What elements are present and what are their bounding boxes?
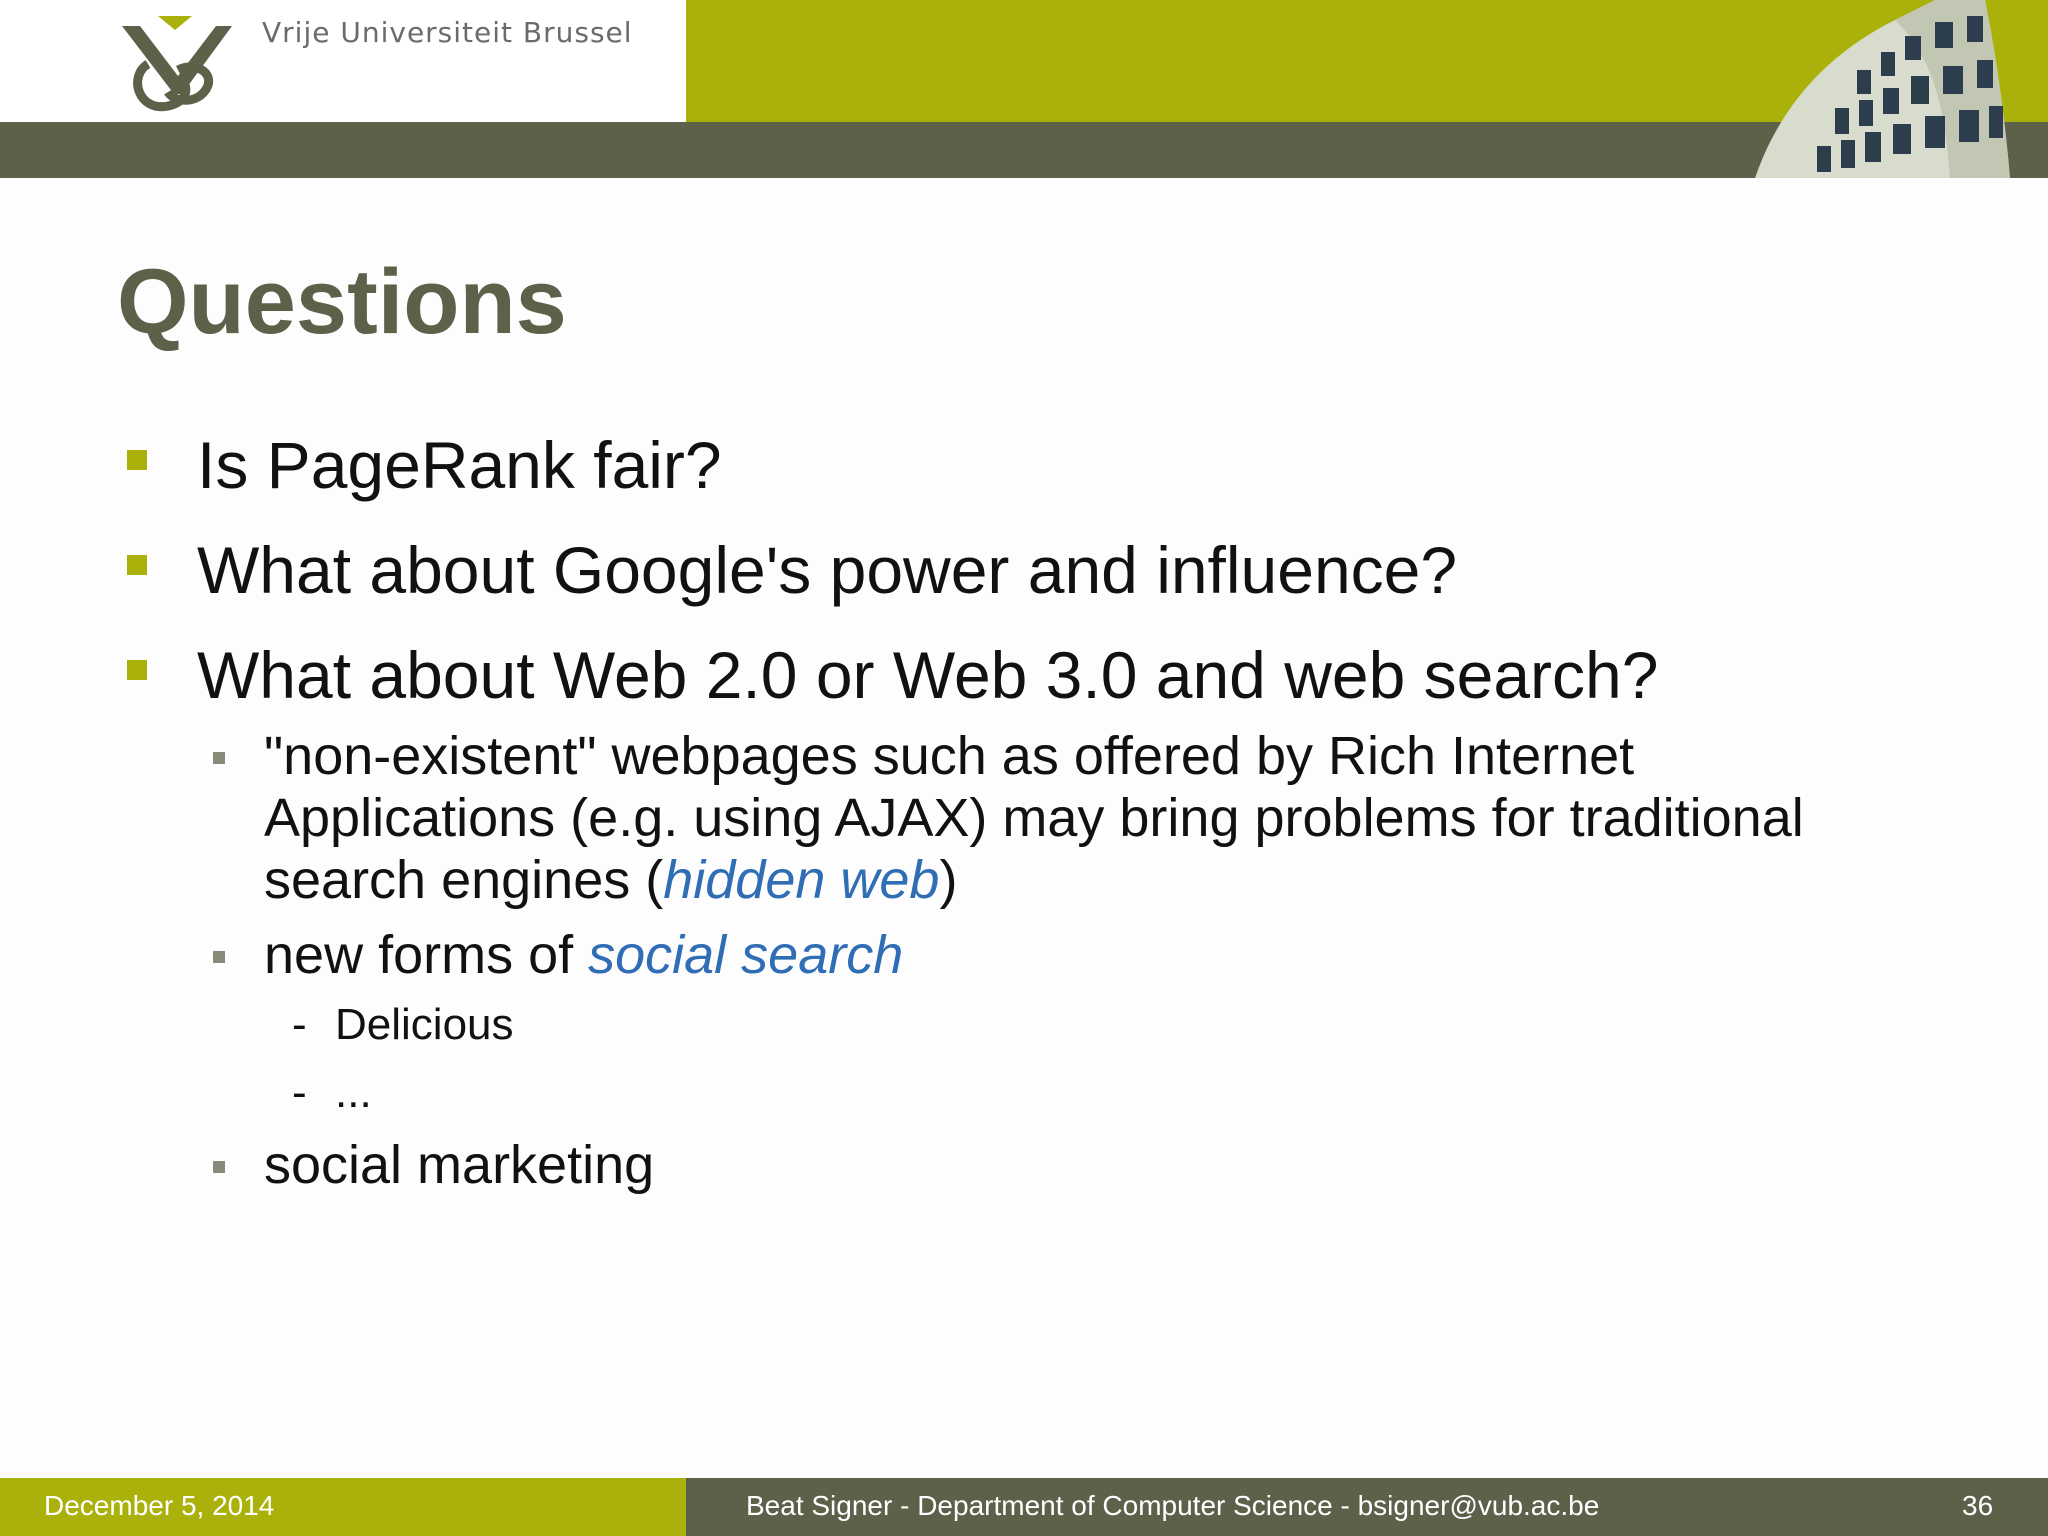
sub-bullet-social-search: new forms of social search xyxy=(264,925,904,985)
vub-logo xyxy=(122,16,232,112)
sub-bullet-square xyxy=(213,1161,225,1173)
dash-marker: - xyxy=(292,1000,307,1049)
sub-sub-item-ellipsis: ... xyxy=(335,1068,372,1117)
sub-bullet-hidden-web: "non-existent" webpages such as offered … xyxy=(264,725,1804,911)
bullet-square xyxy=(127,660,147,680)
dash-marker: - xyxy=(292,1068,307,1117)
sub-bullet-square xyxy=(213,752,225,764)
bullet-item: What about Google's power and influence? xyxy=(197,533,1458,607)
page-number: 36 xyxy=(1962,1490,1994,1521)
sub-bullet-social-marketing: social marketing xyxy=(264,1135,655,1195)
hidden-web-line-2: Applications (e.g. using AJAX) may bring… xyxy=(264,788,1804,848)
footer-date: December 5, 2014 xyxy=(44,1490,275,1521)
hidden-web-term: hidden web xyxy=(663,850,940,910)
sub-sub-item-delicious: Delicious xyxy=(335,1000,514,1049)
bullet-item: What about Web 2.0 or Web 3.0 and web se… xyxy=(197,638,1659,712)
bullet-square xyxy=(127,450,147,470)
hidden-web-line-1: "non-existent" webpages such as offered … xyxy=(264,726,1635,786)
bullet-square xyxy=(127,555,147,575)
footer-author: Beat Signer - Department of Computer Sci… xyxy=(746,1490,1600,1521)
sub-bullet-square xyxy=(213,951,225,963)
bullet-item: Is PageRank fair? xyxy=(197,428,722,502)
university-name: Vrije Universiteit Brussel xyxy=(262,16,633,49)
social-search-term: social search xyxy=(588,925,904,985)
header-band xyxy=(0,122,2048,178)
slide-title: Questions xyxy=(117,251,567,353)
building-image xyxy=(1755,0,2010,178)
hidden-web-line-3: search engines (hidden web) xyxy=(264,850,958,910)
